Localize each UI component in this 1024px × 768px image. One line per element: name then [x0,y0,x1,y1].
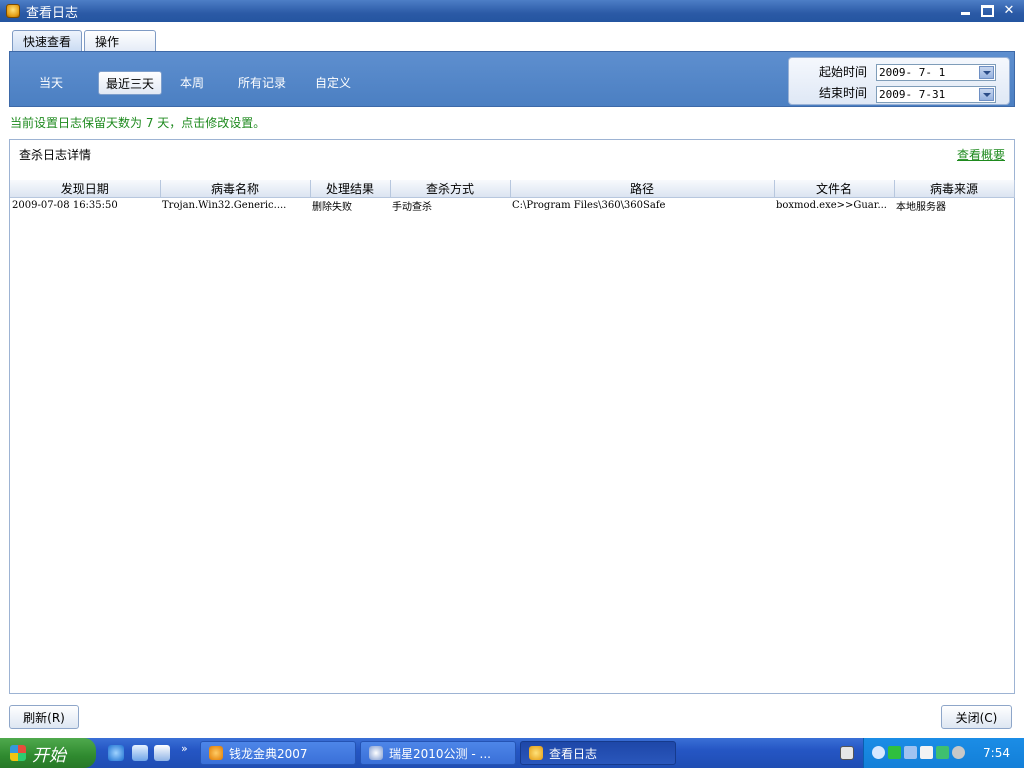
tab-operations[interactable]: 操作 [84,30,157,51]
log-table: 发现日期 病毒名称 处理结果 查杀方式 路径 文件名 病毒来源 2009-07-… [10,180,1015,213]
start-label: 开始 [32,745,66,766]
task-label: 查看日志 [549,746,598,761]
filter-today[interactable]: 当天 [39,74,63,91]
tray-app-icon[interactable] [888,746,901,759]
column-header[interactable]: 处理结果 [310,180,391,198]
log-detail-panel: 查杀日志详情 查看概要 发现日期 病毒名称 处理结果 查杀方式 路径 文件名 病… [9,139,1015,694]
filter-custom[interactable]: 自定义 [315,74,351,91]
cell-virus-name: Trojan.Win32.Generic.... [162,200,287,211]
system-tray: 7:54 [863,738,1024,768]
network-icon[interactable] [904,746,917,759]
show-desktop-icon[interactable] [132,745,148,761]
column-header[interactable]: 发现日期 [10,180,161,198]
cell-file-name: boxmod.exe>>Guar... [776,200,887,211]
column-header[interactable]: 病毒名称 [160,180,311,198]
filter-this-week[interactable]: 本周 [180,74,204,91]
maximize-icon [980,4,994,17]
log-app-icon [529,746,543,760]
date-range-box: 起始时间 2009- 7- 1 结束时间 2009- 7-31 [788,57,1010,105]
cell-result: 删除失败 [312,202,352,213]
antivirus-shield-icon [6,4,20,18]
umbrella-icon[interactable] [936,746,949,759]
minimize-icon [960,12,970,15]
cell-path: C:\Program Files\360\360Safe [512,200,666,211]
refresh-button[interactable]: 刷新(R) [9,705,79,729]
quick-launch-more-icon[interactable]: » [181,742,188,755]
ie-browser-icon[interactable] [108,745,124,761]
column-header[interactable]: 路径 [510,180,775,198]
start-date-value: 2009- 7- 1 [879,66,946,79]
cell-found-date: 2009-07-08 16:35:50 [12,200,118,211]
column-header[interactable]: 病毒来源 [894,180,1015,198]
column-header[interactable]: 文件名 [774,180,895,198]
end-date-label: 结束时间 [819,86,868,100]
quick-filter-panel: 当天 最近三天 本周 所有记录 自定义 起始时间 2009- 7- 1 结束时间… [9,51,1015,107]
taskbar-clock: 7:54 [983,746,1010,760]
view-summary-link[interactable]: 查看概要 [957,146,1005,163]
rising-app-icon [369,746,383,760]
panel-title: 查杀日志详情 [19,148,92,162]
column-header[interactable]: 查杀方式 [390,180,511,198]
end-date-select[interactable]: 2009- 7-31 [876,86,996,103]
close-button[interactable]: 关闭(C) [941,705,1012,729]
windows-logo-icon [10,745,26,761]
retention-notice-link[interactable]: 当前设置日志保留天数为 7 天，点击修改设置。 [10,114,265,131]
end-date-value: 2009- 7-31 [879,88,946,101]
chevron-down-icon[interactable] [979,88,994,101]
minimize-button[interactable] [956,2,974,19]
start-date-label: 起始时间 [819,65,868,79]
filter-all-records[interactable]: 所有记录 [238,74,286,91]
task-label: 钱龙金典2007 [229,746,308,761]
table-header-row: 发现日期 病毒名称 处理结果 查杀方式 路径 文件名 病毒来源 [10,180,1015,198]
keyboard-icon[interactable] [840,746,854,760]
task-qianlong[interactable]: 钱龙金典2007 [200,741,356,765]
close-window-button[interactable]: ✕ [1000,2,1018,19]
tab-bar: 快速查看 操作 [12,30,158,51]
qianlong-app-icon [209,746,223,760]
maximize-button[interactable] [978,2,996,19]
chevron-left-icon[interactable] [872,746,885,759]
security-icon[interactable] [920,746,933,759]
tab-quick-view[interactable]: 快速查看 [12,30,83,51]
close-icon: ✕ [1003,3,1015,18]
task-view-log[interactable]: 查看日志 [520,741,676,765]
task-label: 瑞星2010公测 - ... [389,746,491,761]
cell-scan-method: 手动查杀 [392,202,432,213]
window-controls: ✕ [956,2,1018,19]
cell-virus-source: 本地服务器 [896,202,946,213]
table-row[interactable]: 2009-07-08 16:35:50 Trojan.Win32.Generic… [10,198,1014,213]
window-title-bar[interactable]: 查看日志 ✕ [0,0,1024,22]
window-title: 查看日志 [26,5,79,21]
start-button[interactable]: 开始 [0,738,96,768]
task-rising[interactable]: 瑞星2010公测 - ... [360,741,516,765]
chevron-down-icon[interactable] [979,66,994,79]
media-player-icon[interactable] [154,745,170,761]
filter-last-three-days[interactable]: 最近三天 [98,71,162,95]
taskbar: 开始 » 钱龙金典2007 瑞星2010公测 - ... 查看日志 7:54 [0,738,1024,768]
volume-icon[interactable] [952,746,965,759]
start-date-select[interactable]: 2009- 7- 1 [876,64,996,81]
